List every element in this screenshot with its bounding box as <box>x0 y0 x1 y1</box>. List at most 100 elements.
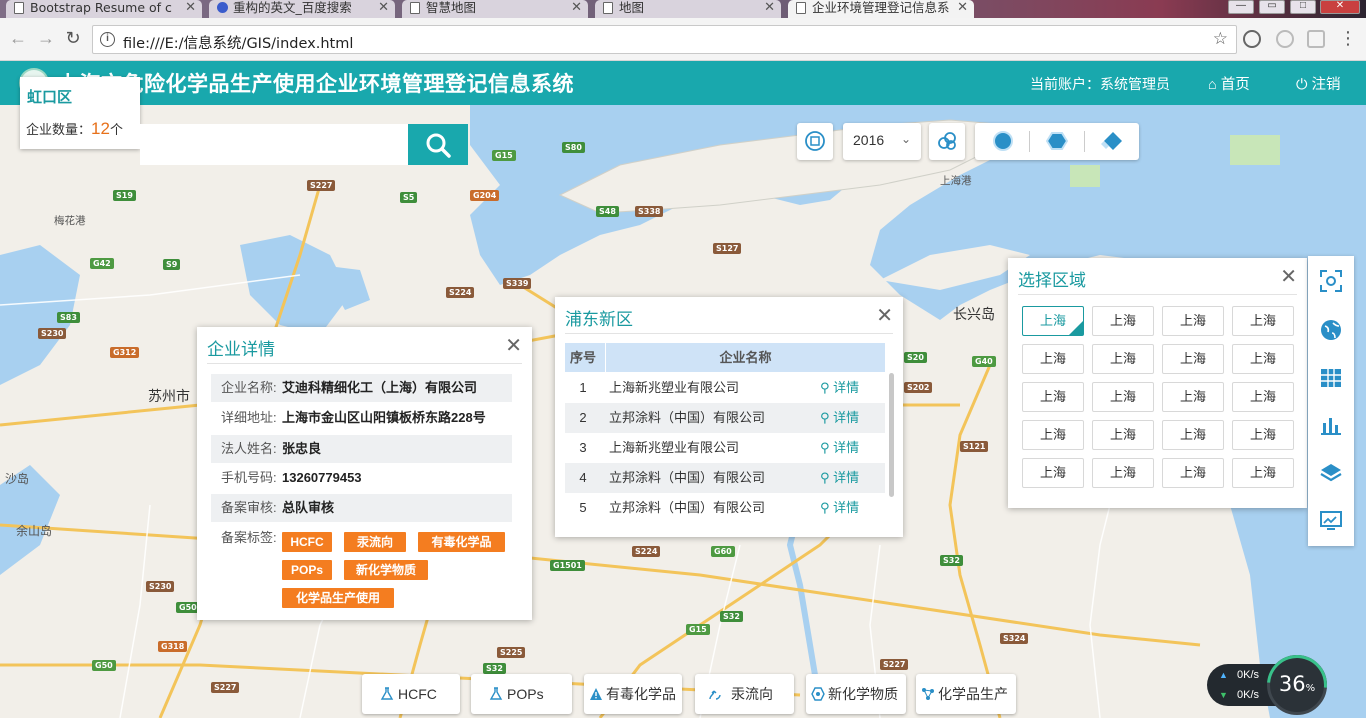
browser-tab-active[interactable]: 企业环境管理登记信息系 ✕ <box>788 0 974 18</box>
bookmark-star-icon[interactable]: ☆ <box>1213 29 1228 49</box>
region-select-panel: 选择区域 ✕ 上海 上海 上海 上海 上海 上海 上海 上海 上海 上海 上海 上海 上海 上海 上海 上海上… <box>1008 258 1307 508</box>
search-icon: ⚲ <box>820 500 834 515</box>
region-option[interactable]: 上海 <box>1022 458 1084 488</box>
region-option[interactable]: 上海 <box>1092 344 1154 374</box>
road-shield: S121 <box>960 441 989 452</box>
search-input[interactable] <box>140 124 408 165</box>
extension-icon[interactable] <box>1243 30 1261 48</box>
region-option[interactable]: 上海 <box>1162 420 1224 450</box>
filing-tag: 有毒化学品 <box>418 532 505 552</box>
bar-chart-icon[interactable] <box>1319 413 1343 437</box>
region-option[interactable]: 上海 <box>1162 382 1224 412</box>
close-window-button[interactable]: ✕ <box>1320 0 1360 14</box>
category-pops-button[interactable]: POPs <box>471 674 572 714</box>
browser-tab[interactable]: 智慧地图 ✕ <box>402 0 588 18</box>
detail-key: 备案标签: <box>221 530 277 545</box>
current-account: 当前账户：系统管理员 <box>1030 76 1170 92</box>
forward-button[interactable]: → <box>36 28 56 49</box>
fullscreen-icon[interactable] <box>1319 269 1343 293</box>
region-option[interactable]: 上海 <box>1022 306 1084 336</box>
region-option[interactable]: 上海 <box>1092 420 1154 450</box>
layers-icon[interactable] <box>1319 461 1343 485</box>
divider <box>1084 131 1085 152</box>
search-icon: ⚲ <box>820 470 834 485</box>
road-shield: G1501 <box>550 560 585 571</box>
region-option[interactable]: 上海 <box>1232 344 1294 374</box>
monitor-chart-icon[interactable] <box>1319 509 1343 533</box>
user-button[interactable]: ▭ <box>1259 0 1285 14</box>
region-option[interactable]: 上海 <box>1232 458 1294 488</box>
app-header: 上海市危险化学品生产使用企业环境管理登记信息系统 当前账户：系统管理员 ⌂ 首页… <box>0 61 1366 105</box>
polygon-draw-icon[interactable] <box>1046 130 1068 152</box>
info-icon[interactable]: i <box>100 32 115 47</box>
close-tab-icon[interactable]: ✕ <box>957 0 968 16</box>
category-new-chemical-button[interactable]: 新化学物质 <box>806 674 906 714</box>
close-tab-icon[interactable]: ✕ <box>185 0 196 16</box>
detail-link[interactable]: ⚲ 详情 <box>820 463 859 493</box>
eraser-icon[interactable] <box>1101 130 1123 152</box>
close-tab-icon[interactable]: ✕ <box>571 0 582 16</box>
road-shield: S19 <box>113 190 136 201</box>
logout-link[interactable]: ⏻ 注销 <box>1296 73 1341 94</box>
circle-draw-icon[interactable] <box>992 130 1014 152</box>
table-icon[interactable] <box>1319 366 1343 390</box>
category-mercury-button[interactable]: 汞流向 <box>695 674 794 714</box>
extension-icon[interactable] <box>1276 30 1294 48</box>
shield-icon[interactable] <box>1307 30 1325 48</box>
region-option[interactable]: 上海 <box>1022 382 1084 412</box>
road-shield: S224 <box>446 287 475 298</box>
detail-row: 企业名称: 艾迪科精细化工（上海）有限公司 <box>211 374 512 402</box>
category-hcfc-button[interactable]: HCFC <box>362 674 460 714</box>
browser-tab[interactable]: 重构的英文_百度搜索 ✕ <box>209 0 395 18</box>
region-option-label: 上海 <box>1039 351 1066 366</box>
region-option[interactable]: 上海 <box>1022 420 1084 450</box>
map-place-label: 长兴岛 <box>953 307 995 323</box>
detail-link[interactable]: ⚲ 详情 <box>820 403 859 433</box>
road-shield: G15 <box>492 150 516 161</box>
region-option[interactable]: 上海 <box>1022 344 1084 374</box>
category-label: 有毒化学品 <box>606 686 676 702</box>
detail-link[interactable]: ⚲ 详情 <box>820 493 859 523</box>
scrollbar[interactable] <box>889 373 894 497</box>
region-option[interactable]: 上海 <box>1232 420 1294 450</box>
close-tab-icon[interactable]: ✕ <box>378 0 389 16</box>
close-tab-icon[interactable]: ✕ <box>764 0 775 16</box>
detail-link[interactable]: ⚲ 详情 <box>820 373 859 403</box>
region-option[interactable]: 上海 <box>1162 344 1224 374</box>
home-link[interactable]: ⌂ 首页 <box>1208 73 1250 94</box>
close-icon[interactable]: ✕ <box>505 333 522 358</box>
memory-gauge[interactable]: 36% <box>1254 642 1340 718</box>
back-button[interactable]: ← <box>8 28 28 49</box>
maximize-button[interactable]: □ <box>1290 0 1316 14</box>
globe-icon[interactable] <box>1319 318 1343 342</box>
region-option[interactable]: 上海 <box>1092 306 1154 336</box>
close-icon[interactable]: ✕ <box>1280 264 1297 289</box>
reload-button[interactable]: ↻ <box>63 28 83 49</box>
close-icon[interactable]: ✕ <box>876 303 893 328</box>
region-option[interactable]: 上海 <box>1232 306 1294 336</box>
flask-icon <box>489 687 503 700</box>
minimize-button[interactable]: — <box>1228 0 1254 14</box>
search-button[interactable] <box>408 124 468 165</box>
browser-tab[interactable]: Bootstrap Resume of c ✕ <box>6 0 202 18</box>
page-icon <box>796 2 806 14</box>
region-option[interactable]: 上海 <box>1092 458 1154 488</box>
browser-tab[interactable]: 地图 ✕ <box>595 0 781 18</box>
url-field[interactable]: i file:///E:/信息系统/GIS/index.html ☆ <box>92 25 1237 54</box>
region-option[interactable]: 上海 <box>1162 306 1224 336</box>
detail-row: 手机号码: 13260779453 <box>211 464 512 492</box>
park <box>1230 135 1280 165</box>
category-toxic-button[interactable]: 有毒化学品 <box>584 674 682 714</box>
year-select[interactable]: 2016 ⌄ <box>843 123 921 160</box>
region-option[interactable]: 上海 <box>1232 382 1294 412</box>
menu-icon[interactable]: ⋮ <box>1338 28 1358 49</box>
table-row: 4 立邦涂料（中国）有限公司 ⚲ 详情 <box>565 463 885 493</box>
logout-label: 注销 <box>1311 77 1341 93</box>
region-option[interactable]: 上海 <box>1162 458 1224 488</box>
detail-link[interactable]: ⚲ 详情 <box>820 433 859 463</box>
region-option[interactable]: 上海 <box>1092 382 1154 412</box>
category-chemical-production-button[interactable]: 化学品生产 <box>916 674 1016 714</box>
heatmap-button[interactable] <box>929 123 965 160</box>
detail-key: 法人姓名: <box>221 441 277 456</box>
map-toggle-button[interactable] <box>797 123 833 160</box>
